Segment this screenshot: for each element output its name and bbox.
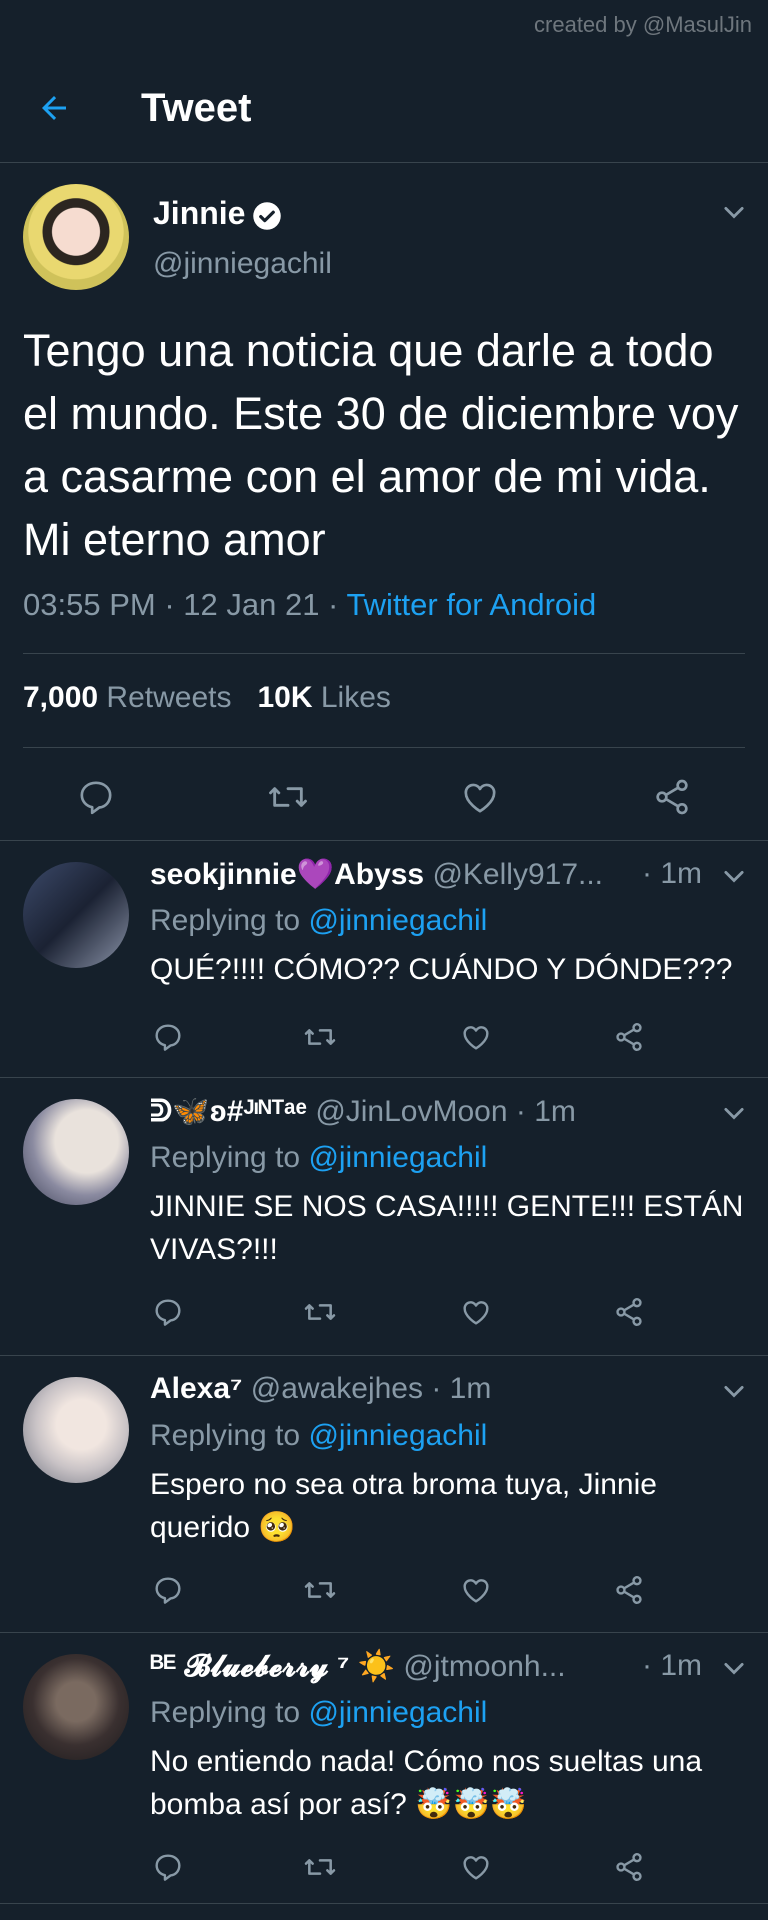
retweet-icon[interactable] <box>302 1574 338 1606</box>
like-icon[interactable] <box>460 1851 492 1883</box>
reply-author-name[interactable]: Alexa⁷ <box>150 1372 242 1405</box>
avatar[interactable] <box>23 862 129 968</box>
share-icon[interactable] <box>613 1851 645 1883</box>
divider <box>0 1903 768 1904</box>
reply-tweet[interactable]: ᕲ🦋ʚ#ᴶᶦᴺᵀᵃᵉ @JinLovMoon · 1m Replying to … <box>0 1078 768 1355</box>
reply-author-handle[interactable]: @JinLovMoon <box>315 1095 507 1128</box>
reply-text: No entiendo nada! Cómo nos sueltas una b… <box>150 1745 703 1821</box>
reply-author-handle[interactable]: @Kelly917... <box>432 858 603 891</box>
retweets-label[interactable]: Retweets <box>106 681 231 714</box>
replying-to-mention[interactable]: @jinniegachil <box>308 1141 487 1174</box>
reply-tweet[interactable]: seokjinnie💜Abyss @Kelly917... · 1m Reply… <box>0 841 768 1077</box>
reply-time: · 1m <box>431 1372 492 1405</box>
replying-to: Replying to @jinniegachil <box>150 1696 487 1730</box>
reply-tweet[interactable]: Alexa⁷ @awakejhes · 1m Replying to @jinn… <box>0 1356 768 1632</box>
retweet-icon[interactable] <box>302 1021 338 1053</box>
reply-header: Alexa⁷ @awakejhes · 1m <box>150 1372 491 1406</box>
reply-tweet[interactable]: ᴮᴱ 𝓑𝓵𝓾𝓮𝓫𝓮𝓻𝓻𝔂 ⁷ ☀️ @jtmoonh... · 1m Reply… <box>0 1633 768 1903</box>
retweet-icon[interactable] <box>302 1296 338 1328</box>
chevron-down-icon[interactable] <box>720 863 748 891</box>
tweet-stats: 7,000 Retweets 10K Likes <box>23 681 391 715</box>
replying-to: Replying to @jinniegachil <box>150 1419 487 1453</box>
avatar[interactable] <box>23 1377 129 1483</box>
replying-to-mention[interactable]: @jinniegachil <box>308 1696 487 1729</box>
tweet-source-link[interactable]: Twitter for Android <box>346 587 596 622</box>
reply-icon[interactable] <box>152 1296 184 1328</box>
chevron-down-icon[interactable] <box>720 1655 748 1683</box>
chevron-down-icon[interactable] <box>720 199 748 227</box>
share-icon[interactable] <box>613 1296 645 1328</box>
verified-badge-icon <box>253 202 281 230</box>
page-title: Tweet <box>141 86 252 130</box>
retweet-icon[interactable] <box>302 1851 338 1883</box>
like-icon[interactable] <box>460 1021 492 1053</box>
top-bar: Tweet <box>0 52 768 163</box>
tweet-date: 12 Jan 21 <box>183 587 320 622</box>
author-handle[interactable]: @jinniegachil <box>153 247 332 281</box>
share-icon[interactable] <box>613 1574 645 1606</box>
reply-header: seokjinnie💜Abyss @Kelly917... <box>150 857 603 892</box>
tweet-text: Tengo una noticia que darle a todo el mu… <box>23 325 739 565</box>
reply-icon[interactable] <box>76 777 116 817</box>
watermark-credit: created by @MasulJin <box>534 12 752 37</box>
reply-text: Espero no sea otra broma tuya, Jinnie qu… <box>150 1468 657 1544</box>
tweet-time: 03:55 PM <box>23 587 156 622</box>
like-icon[interactable] <box>460 777 500 817</box>
replying-prefix: Replying to <box>150 1696 309 1729</box>
reply-header: ᕲ🦋ʚ#ᴶᶦᴺᵀᵃᵉ @JinLovMoon · 1m <box>150 1094 576 1129</box>
avatar[interactable] <box>23 1099 129 1205</box>
reply-author-name[interactable]: ᴮᴱ 𝓑𝓵𝓾𝓮𝓫𝓮𝓻𝓻𝔂 ⁷ ☀️ <box>150 1650 395 1683</box>
reply-author-name[interactable]: ᕲ🦋ʚ#ᴶᶦᴺᵀᵃᵉ <box>150 1095 307 1128</box>
replying-prefix: Replying to <box>150 904 309 937</box>
reply-header: ᴮᴱ 𝓑𝓵𝓾𝓮𝓫𝓮𝓻𝓻𝔂 ⁷ ☀️ @jtmoonh... <box>150 1649 566 1684</box>
divider <box>23 653 745 654</box>
divider <box>23 747 745 748</box>
like-icon[interactable] <box>460 1574 492 1606</box>
reply-author-name[interactable]: seokjinnie💜Abyss <box>150 858 424 891</box>
reply-icon[interactable] <box>152 1021 184 1053</box>
retweets-count[interactable]: 7,000 <box>23 681 98 714</box>
likes-label[interactable]: Likes <box>321 681 391 714</box>
retweet-icon[interactable] <box>266 777 310 817</box>
tweet-meta: 03:55 PM · 12 Jan 21 · Twitter for Andro… <box>23 587 596 623</box>
meta-separator: · <box>319 587 347 622</box>
replying-to: Replying to @jinniegachil <box>150 904 487 938</box>
reply-text: JINNIE SE NOS CASA!!!!! GENTE!!! ESTÁN V… <box>150 1190 744 1266</box>
replying-to-mention[interactable]: @jinniegachil <box>308 904 487 937</box>
avatar[interactable] <box>23 184 129 290</box>
likes-count[interactable]: 10K <box>257 681 312 714</box>
reply-text: QUÉ?!!!! CÓMO?? CUÁNDO Y DÓNDE??? <box>150 953 733 986</box>
like-icon[interactable] <box>460 1296 492 1328</box>
arrow-left-icon[interactable] <box>36 90 72 126</box>
author-name[interactable]: Jinnie <box>153 195 245 232</box>
reply-time: · 1m <box>642 1649 702 1682</box>
reply-icon[interactable] <box>152 1851 184 1883</box>
meta-separator: · <box>155 587 184 622</box>
chevron-down-icon[interactable] <box>720 1100 748 1128</box>
reply-author-handle[interactable]: @awakejhes <box>251 1372 423 1405</box>
replying-to-mention[interactable]: @jinniegachil <box>308 1419 487 1452</box>
share-icon[interactable] <box>613 1021 645 1053</box>
replying-prefix: Replying to <box>150 1419 309 1452</box>
avatar[interactable] <box>23 1654 129 1760</box>
share-icon[interactable] <box>652 777 692 817</box>
reply-author-handle[interactable]: @jtmoonh... <box>403 1650 565 1683</box>
replying-to: Replying to @jinniegachil <box>150 1141 487 1175</box>
replying-prefix: Replying to <box>150 1141 309 1174</box>
reply-time: · 1m <box>642 857 702 890</box>
reply-icon[interactable] <box>152 1574 184 1606</box>
reply-time: · 1m <box>515 1095 576 1128</box>
chevron-down-icon[interactable] <box>720 1378 748 1406</box>
